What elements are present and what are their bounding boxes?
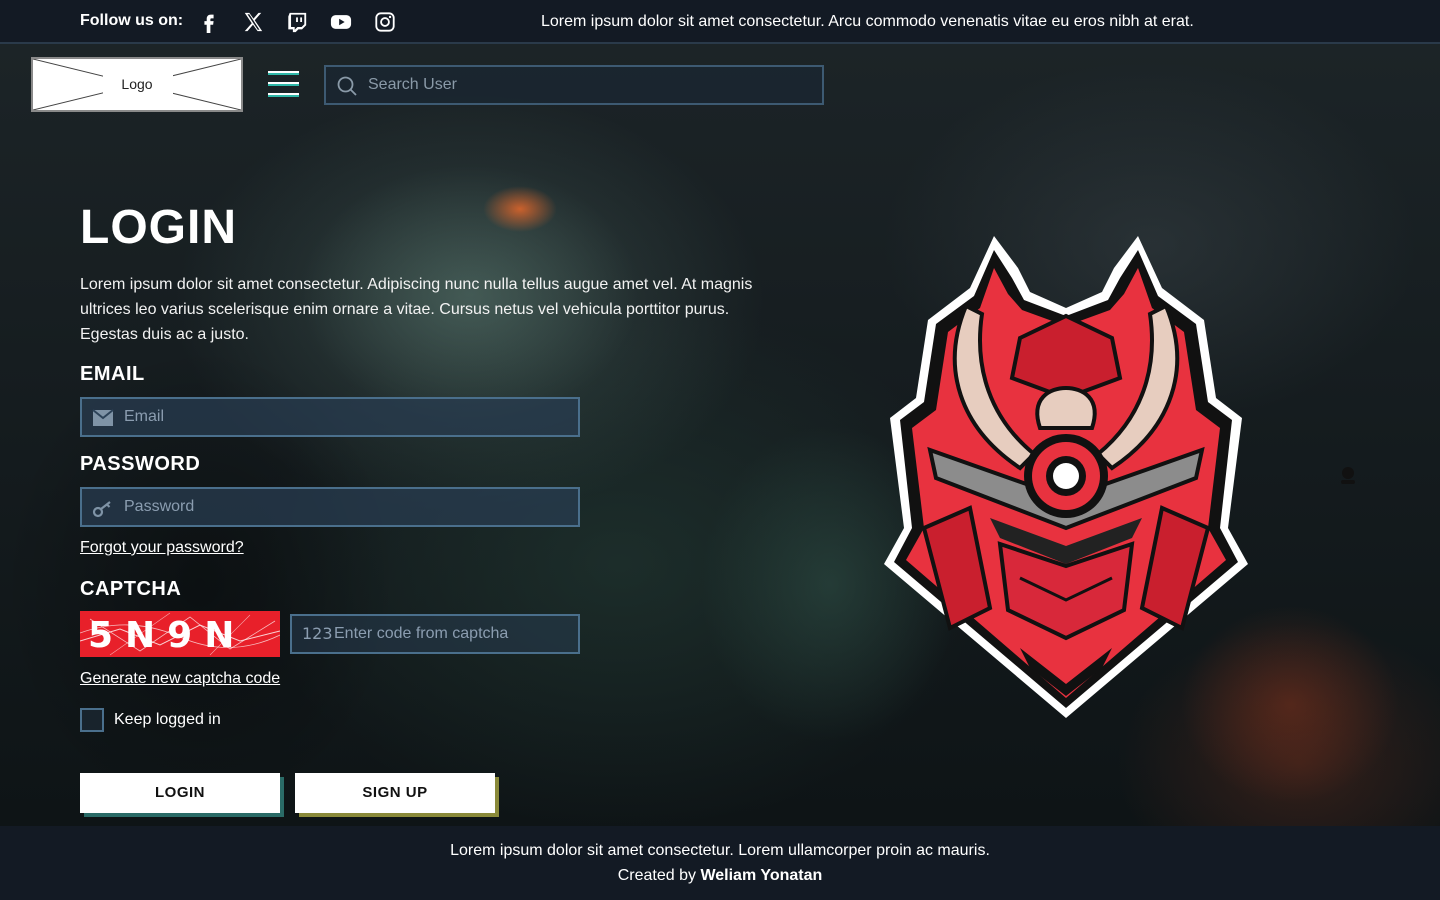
signup-button[interactable]: SIGN UP (295, 773, 495, 813)
forgot-password-link[interactable]: Forgot your password? (80, 539, 244, 557)
password-label: PASSWORD (80, 453, 201, 475)
captcha-noise (80, 612, 280, 656)
login-button[interactable]: LOGIN (80, 773, 280, 813)
search-input[interactable] (368, 67, 818, 103)
password-input[interactable] (124, 489, 572, 525)
numbers-icon: 123 (302, 624, 333, 643)
email-input[interactable] (124, 399, 572, 435)
email-label: EMAIL (80, 363, 145, 385)
captcha-image: 5N9N (80, 611, 280, 657)
search-icon (337, 76, 357, 96)
captcha-input[interactable] (334, 616, 574, 652)
follow-us-label: Follow us on: (80, 12, 184, 29)
footer-created-by: Created by (617, 867, 696, 884)
keep-logged-in-label: Keep logged in (114, 711, 221, 728)
facebook-icon[interactable] (197, 10, 221, 34)
keep-logged-in-checkbox[interactable] (80, 708, 104, 732)
page-title: LOGIN (80, 201, 237, 254)
password-field-wrapper (80, 487, 580, 527)
footer-text: Lorem ipsum dolor sit amet consectetur. … (450, 842, 990, 859)
captcha-label: CAPTCHA (80, 578, 182, 600)
instagram-icon[interactable] (373, 10, 397, 34)
captcha-field-wrapper: 123 (290, 614, 580, 654)
logo-placeholder[interactable]: Logo (31, 57, 243, 112)
login-description: Lorem ipsum dolor sit amet consectetur. … (80, 276, 753, 343)
mail-icon (92, 409, 114, 426)
menu-icon[interactable] (268, 69, 300, 101)
twitch-icon[interactable] (285, 10, 309, 34)
footer-author: Weliam Yonatan (700, 867, 823, 884)
youtube-icon[interactable] (329, 10, 353, 34)
announcement-text: Lorem ipsum dolor sit amet consectetur. … (541, 13, 1194, 30)
footer: Lorem ipsum dolor sit amet consectetur. … (0, 826, 1440, 900)
key-icon (92, 501, 111, 518)
top-bar: Follow us on: Lorem ipsum dolor sit amet… (0, 0, 1440, 44)
x-icon[interactable] (241, 10, 265, 34)
samurai-mascot-image (884, 236, 1248, 718)
logo-label: Logo (121, 76, 153, 92)
email-field-wrapper (80, 397, 580, 437)
user-icon (1341, 467, 1355, 484)
generate-captcha-link[interactable]: Generate new captcha code (80, 670, 280, 688)
footer-credit: Created by Weliam Yonatan (0, 867, 1440, 885)
search-bar (324, 65, 824, 105)
